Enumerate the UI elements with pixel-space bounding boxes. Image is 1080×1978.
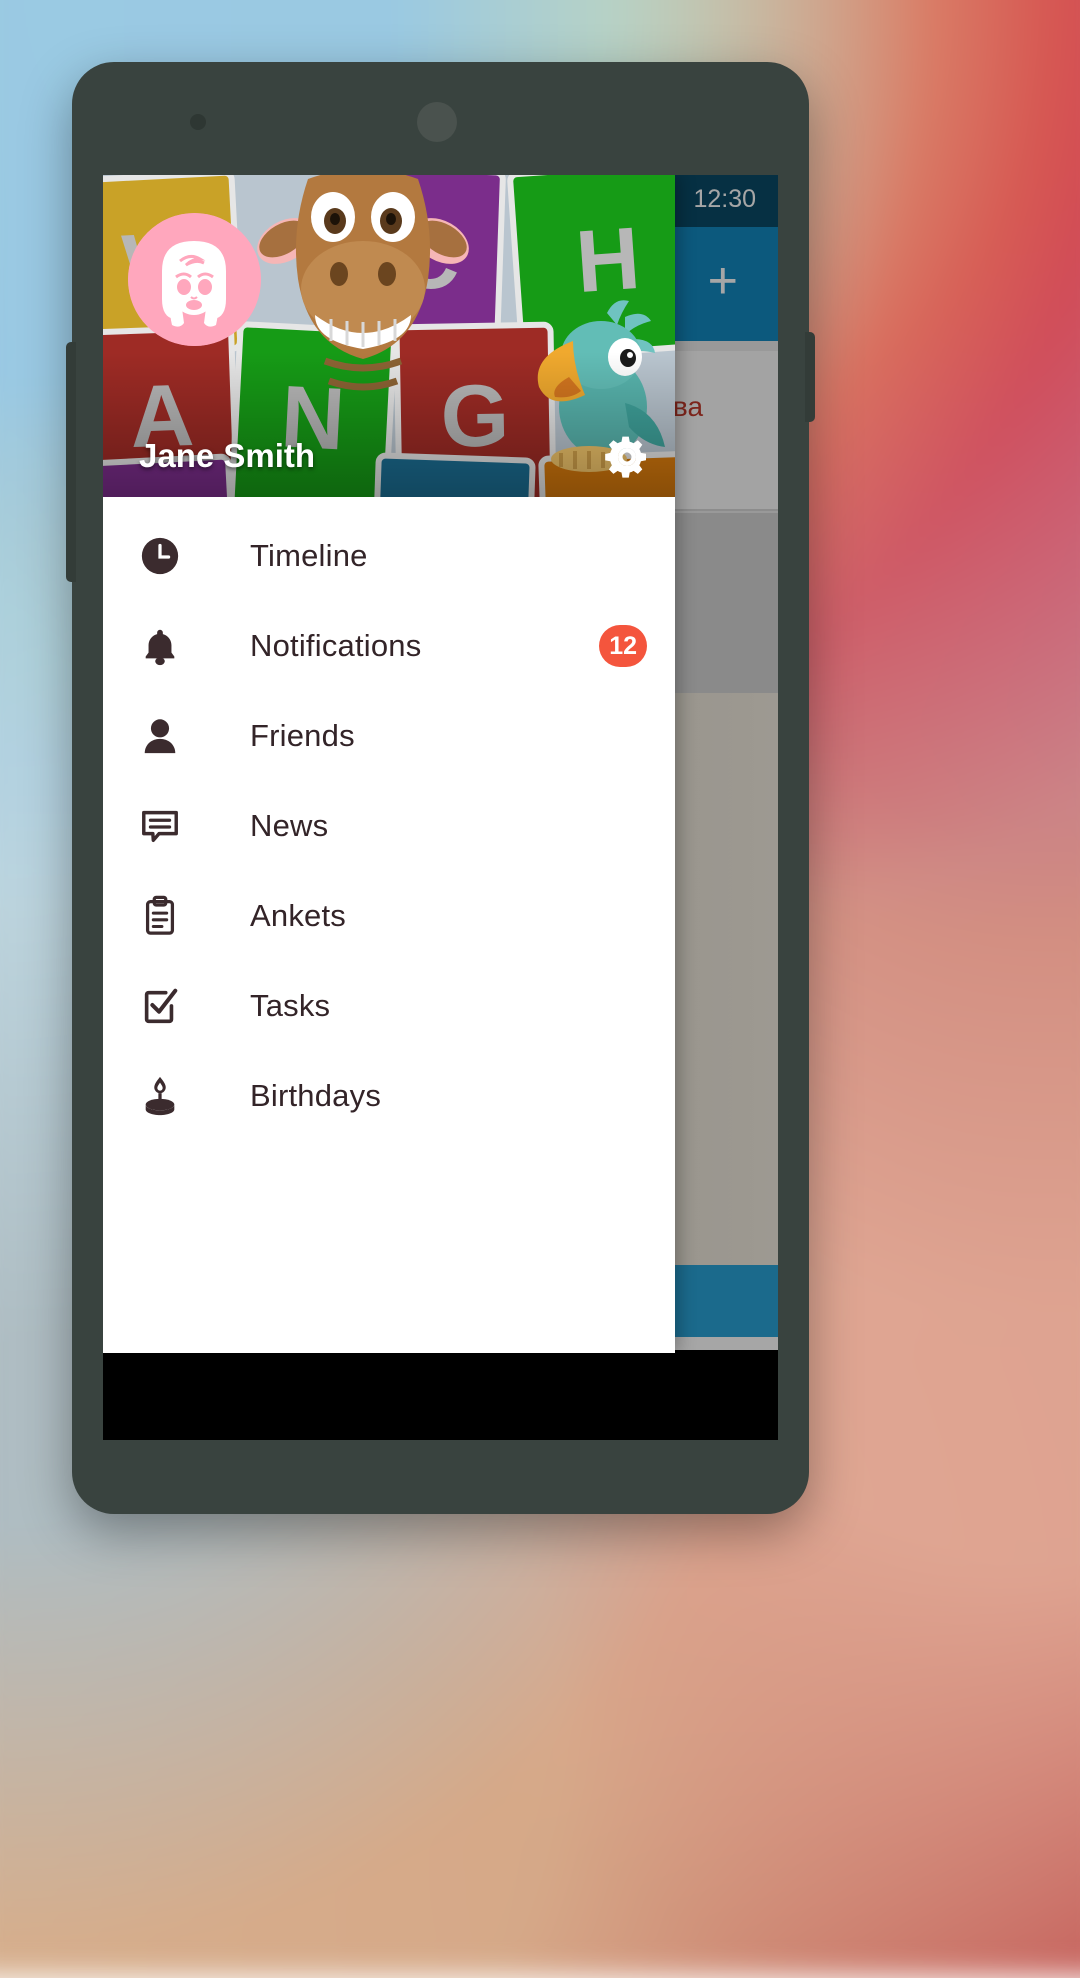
checkbox-check-icon [137,983,183,1029]
profile-name: Jane Smith [139,437,316,474]
power-button[interactable] [805,332,815,422]
drawer-item-label: Notifications [250,628,422,663]
gear-icon[interactable] [603,433,651,481]
person-icon [137,713,183,759]
female-face-avatar-icon [128,213,261,346]
drawer-item-tasks[interactable]: Tasks [103,961,675,1051]
drawer-menu-list: Timeline Notifications 12 Friends News A… [103,497,675,1141]
phone-device-frame: сова P 12:30 a + [66,62,815,1514]
drawer-header: W C H A N G K [103,175,675,497]
speech-bubble-icon [137,803,183,849]
drawer-item-label: Birthdays [250,1078,382,1113]
drawer-item-notifications[interactable]: Notifications 12 [103,601,675,691]
drawer-item-label: Ankets [250,898,346,933]
phone-screen: сова P 12:30 a + [103,175,778,1440]
drawer-item-label: Tasks [250,988,331,1023]
avatar[interactable] [128,213,261,346]
drawer-item-ankets[interactable]: Ankets [103,871,675,961]
volume-button[interactable] [66,342,76,582]
candle-cake-icon [137,1073,183,1119]
drawer-item-label: Friends [250,718,355,753]
clipboard-icon [137,893,183,939]
clock-icon [137,533,183,579]
drawer-item-birthdays[interactable]: Birthdays [103,1051,675,1141]
navigation-drawer: W C H A N G K [103,175,675,1353]
drawer-item-news[interactable]: News [103,781,675,871]
drawer-item-friends[interactable]: Friends [103,691,675,781]
drawer-item-label: News [250,808,329,843]
proximity-sensor-icon [190,114,206,130]
notifications-badge: 12 [599,625,647,667]
bell-icon [137,623,183,669]
front-camera-icon [417,102,457,142]
drawer-item-label: Timeline [250,538,368,573]
drawer-item-timeline[interactable]: Timeline [103,511,675,601]
